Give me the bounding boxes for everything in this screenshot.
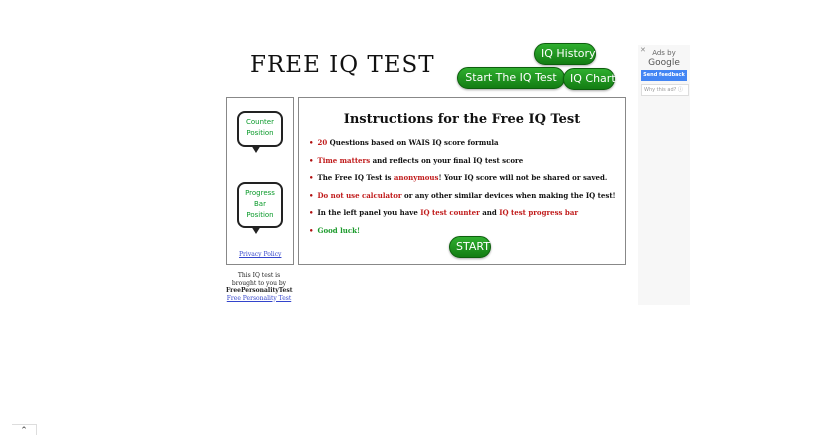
progress-label-line2: Bar	[254, 200, 266, 208]
google-label: Google	[648, 58, 680, 68]
speech-bubble-tail-icon	[251, 226, 261, 234]
scroll-up-button[interactable]: ⌃	[12, 424, 37, 436]
counter-position-bubble: Counter Position	[237, 111, 283, 153]
credit-line1: This IQ test is	[237, 272, 281, 279]
start-button[interactable]: START	[449, 236, 491, 258]
speech-bubble-tail-icon	[251, 145, 261, 153]
counter-label-line1: Counter	[246, 118, 274, 126]
list-item: • Time matters and reflects on your final…	[309, 155, 524, 165]
progress-bar-position-bubble: Progress Bar Position	[237, 182, 283, 234]
credit-line2: brought to you by	[231, 279, 287, 287]
free-personality-test-link[interactable]: Free Personality Test	[227, 295, 291, 302]
instructions-list: • 20 Questions based on WAIS IQ score for…	[309, 138, 616, 243]
privacy-policy-link[interactable]: Privacy Policy	[239, 251, 281, 258]
send-feedback-button[interactable]: Send feedback	[641, 70, 687, 81]
instructions-title: Instructions for the Free IQ Test	[343, 112, 581, 127]
ad-sidebar: ✕ Ads by Google Send feedback Why this a…	[638, 45, 690, 305]
counter-label-line2: Position	[246, 129, 274, 137]
list-item: • The Free IQ Test is anonymous! Your IQ …	[309, 173, 608, 182]
list-item: • 20 Questions based on WAIS IQ score for…	[309, 138, 499, 147]
progress-label-line1: Progress	[245, 189, 275, 197]
list-item: • Do not use calculator or any other simi…	[309, 190, 616, 200]
list-item: • In the left panel you have IQ test coun…	[309, 208, 579, 217]
credit-brand: FreePersonalityTest	[226, 287, 293, 294]
why-this-ad-button[interactable]: Why this ad? ⓘ	[641, 84, 689, 96]
progress-label-line3: Position	[246, 211, 274, 219]
chevron-up-icon: ⌃	[20, 426, 28, 436]
site-logo[interactable]: FREE IQ TEST	[250, 52, 435, 78]
left-panel: Counter Position Progress Bar Position P…	[226, 97, 294, 265]
iq-history-button[interactable]: IQ History	[534, 43, 596, 65]
start-iq-test-button[interactable]: Start The IQ Test	[457, 67, 565, 89]
ads-by-label: Ads by	[652, 49, 676, 57]
credit-block: This IQ test is brought to you by FreePe…	[226, 272, 292, 302]
iq-chart-button[interactable]: IQ Chart	[563, 68, 616, 90]
